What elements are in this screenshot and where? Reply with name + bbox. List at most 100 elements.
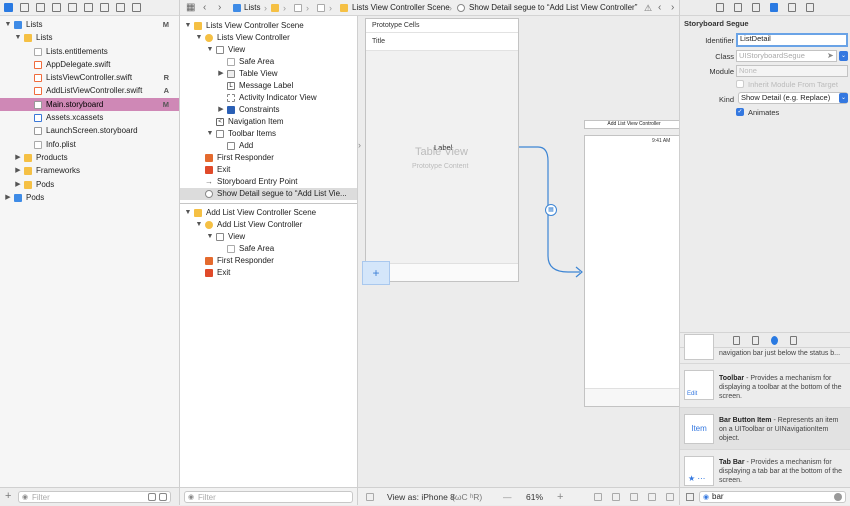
disclosure-triangle-icon[interactable]: ▶ <box>14 164 22 177</box>
outline-item[interactable]: ▶ Constraints <box>180 104 357 116</box>
identifier-field[interactable]: ListDetail <box>736 33 848 47</box>
outline-item[interactable]: ▼ Toolbar Items <box>180 128 357 140</box>
identity-inspector-tab-icon[interactable] <box>752 3 760 12</box>
grid-view-icon[interactable] <box>686 493 694 501</box>
related-items-icon[interactable]: ▦ <box>186 0 195 16</box>
file-tree-item[interactable]: ▶ Products <box>0 151 179 164</box>
add-file-icon[interactable]: + <box>5 490 11 502</box>
disclosure-triangle-icon[interactable]: ▼ <box>14 31 22 44</box>
attributes-inspector-tab-icon[interactable] <box>770 3 778 12</box>
media-library-tab-icon[interactable] <box>790 335 797 345</box>
help-inspector-tab-icon[interactable] <box>734 3 742 12</box>
disclosure-triangle-icon[interactable]: ▼ <box>184 207 192 219</box>
library-item-toolbar[interactable]: Edit Toolbar - Provides a mechanism for … <box>680 364 850 408</box>
add-list-vc-title-bar[interactable]: Add List View Controller <box>584 120 679 129</box>
outline-item[interactable]: Safe Area <box>180 56 357 68</box>
clear-search-icon[interactable] <box>834 493 842 501</box>
class-go-icon[interactable]: ➤ <box>827 51 834 60</box>
report-navigator-tab-icon[interactable] <box>132 3 141 12</box>
outline-item[interactable]: Show Detail segue to “Add List Vie... <box>180 188 357 200</box>
library-item-bar-button-item[interactable]: Item Bar Button Item - Represents an ite… <box>680 408 850 450</box>
outline-item[interactable]: Add <box>180 140 357 152</box>
embed-in-icon[interactable] <box>666 493 674 501</box>
debug-navigator-tab-icon[interactable] <box>100 3 109 12</box>
disclosure-triangle-icon[interactable]: ▶ <box>217 104 225 116</box>
add-list-view-controller-frame[interactable]: 9:41 AM <box>584 135 679 407</box>
file-tree-item[interactable]: AppDelegate.swift <box>0 58 179 71</box>
update-frames-icon[interactable] <box>594 493 602 501</box>
file-tree-item[interactable]: ▼ Lists M <box>0 18 179 31</box>
previous-issue-button[interactable]: ‹ <box>658 0 661 16</box>
disclosure-triangle-icon[interactable]: ▼ <box>184 20 192 32</box>
add-constraints-icon[interactable] <box>630 493 638 501</box>
breadcrumb-scene[interactable]: Lists View Controller Scene <box>352 0 450 16</box>
code-snippets-tab-icon[interactable] <box>752 335 759 345</box>
outline-item[interactable]: ▼ Lists View Controller Scene <box>180 20 357 32</box>
library-item-tab-bar[interactable]: ★ ⋯ Tab Bar - Provides a mechanism for d… <box>680 450 850 487</box>
file-tree-item[interactable]: ▼ Lists <box>0 31 179 44</box>
outline-item[interactable]: First Responder <box>180 152 357 164</box>
outline-item[interactable]: → Storyboard Entry Point <box>180 176 357 188</box>
forward-button[interactable]: › <box>218 0 221 16</box>
disclosure-triangle-icon[interactable]: ▼ <box>4 18 12 31</box>
recent-files-icon[interactable] <box>148 493 156 501</box>
class-field[interactable]: UIStoryboardSegue <box>736 50 837 62</box>
warning-icon[interactable]: ⚠ <box>644 0 652 16</box>
file-tree-item[interactable]: Lists.entitlements <box>0 45 179 58</box>
source-control-tab-icon[interactable] <box>20 3 29 12</box>
disclosure-triangle-icon[interactable]: ▶ <box>4 191 12 204</box>
file-tree-item[interactable]: Info.plist <box>0 138 179 151</box>
inherit-module-checkbox[interactable] <box>736 80 744 88</box>
outline-item[interactable]: Exit <box>180 164 357 176</box>
file-inspector-tab-icon[interactable] <box>716 3 724 12</box>
outline-item[interactable]: L Message Label <box>180 80 357 92</box>
file-tree-item[interactable]: ▶ Pods <box>0 178 179 191</box>
storyboard-base-icon[interactable] <box>317 4 325 12</box>
file-tree-item[interactable]: LaunchScreen.storyboard <box>0 124 179 137</box>
align-icon[interactable] <box>612 493 620 501</box>
size-inspector-tab-icon[interactable] <box>788 3 796 12</box>
disclosure-triangle-icon[interactable]: ▼ <box>195 219 203 231</box>
file-tree-item[interactable]: ▶ Frameworks <box>0 164 179 177</box>
outline-item[interactable]: < Navigation Item <box>180 116 357 128</box>
file-tree-item[interactable]: ▶ Pods <box>0 191 179 204</box>
library-item-navigation-bar[interactable]: navigation bar just below the status b..… <box>680 334 850 364</box>
segue-icon[interactable]: ▦ <box>545 204 557 216</box>
kind-dropdown-icon[interactable]: ⌄ <box>839 93 848 103</box>
disclosure-triangle-icon[interactable]: ▶ <box>14 151 22 164</box>
test-navigator-tab-icon[interactable] <box>84 3 93 12</box>
kind-popup[interactable]: Show Detail (e.g. Replace) <box>738 92 848 104</box>
storyboard-canvas[interactable]: Prototype Cells Title Label Table View P… <box>358 16 679 487</box>
outline-item[interactable]: ▼ View <box>180 44 357 56</box>
disclosure-triangle-icon[interactable]: ▼ <box>206 128 214 140</box>
disclosure-triangle-icon[interactable]: ▶ <box>217 68 225 80</box>
disclosure-triangle-icon[interactable]: ▼ <box>195 32 203 44</box>
file-tree-item[interactable]: ListsViewController.swift R <box>0 71 179 84</box>
modified-files-icon[interactable] <box>159 493 167 501</box>
outline-item[interactable]: ▼ View <box>180 231 357 243</box>
find-navigator-tab-icon[interactable] <box>52 3 61 12</box>
module-field[interactable]: None <box>736 65 848 77</box>
outline-item[interactable]: ▶ Table View <box>180 68 357 80</box>
connections-inspector-tab-icon[interactable] <box>806 3 814 12</box>
disclosure-triangle-icon[interactable]: ▼ <box>206 231 214 243</box>
animates-checkbox[interactable]: ✓ <box>736 108 744 116</box>
breadcrumb-segue[interactable]: Show Detail segue to “Add List View Cont… <box>469 0 637 16</box>
view-as-device-button[interactable]: View as: iPhone 8 <box>387 488 455 506</box>
file-tree-item[interactable]: Assets.xcassets <box>0 111 179 124</box>
outline-item[interactable]: ▼ Add List View Controller <box>180 219 357 231</box>
toggle-outline-icon[interactable] <box>366 493 374 501</box>
outline-filter-input[interactable]: ◉ Filter <box>184 491 353 503</box>
library-search-input[interactable]: ◉ bar <box>699 491 846 503</box>
file-tree-item[interactable]: Main.storyboard M <box>0 97 179 112</box>
zoom-in-button[interactable]: + <box>557 488 563 506</box>
next-issue-button[interactable]: › <box>671 0 674 16</box>
class-dropdown-icon[interactable]: ⌄ <box>839 51 848 61</box>
outline-item[interactable]: First Responder <box>180 255 357 267</box>
symbol-navigator-tab-icon[interactable] <box>36 3 45 12</box>
outline-item[interactable]: ▼ Add List View Controller Scene <box>180 207 357 219</box>
object-library-tab-icon[interactable] <box>771 335 778 345</box>
issue-navigator-tab-icon[interactable] <box>68 3 77 12</box>
navigator-filter-input[interactable]: ◉ Filter <box>18 491 171 503</box>
breadcrumb-project[interactable]: Lists <box>244 0 260 16</box>
